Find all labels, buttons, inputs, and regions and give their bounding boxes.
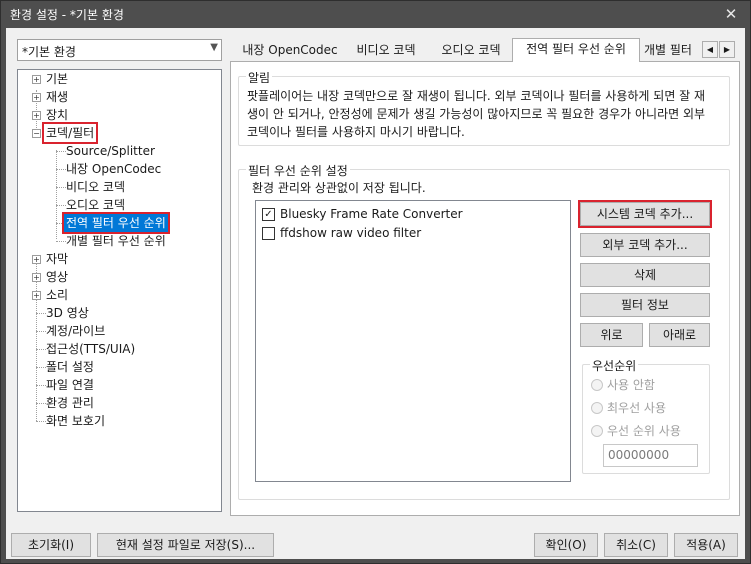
- radio-button-icon: [591, 379, 603, 391]
- tree-item-label: Source/Splitter: [66, 144, 155, 158]
- expand-icon[interactable]: +: [32, 255, 41, 264]
- ok-button[interactable]: 확인(O): [534, 533, 598, 557]
- tree-item-subtitle[interactable]: + 자막: [18, 250, 218, 268]
- notice-text: 팟플레이어는 내장 코덱만으로 잘 재생이 됩니다. 외부 코덱이나 필터를 사…: [247, 89, 706, 139]
- apply-button[interactable]: 적용(A): [674, 533, 738, 557]
- tree-item-account-live[interactable]: 계정/라이브: [18, 322, 218, 340]
- tree-item-file-association[interactable]: 파일 연결: [18, 376, 218, 394]
- tree-item-audio-codec[interactable]: 오디오 코덱: [18, 196, 218, 214]
- tab-scroll-left-icon[interactable]: ◀: [702, 41, 718, 58]
- priority-order-title: 우선순위: [590, 357, 639, 374]
- preset-dropdown[interactable]: *기본 환경 ▼: [17, 39, 222, 61]
- add-system-codec-button[interactable]: 시스템 코덱 추가...: [578, 200, 712, 228]
- cancel-button[interactable]: 취소(C): [604, 533, 668, 557]
- filter-priority-subtitle: 환경 관리와 상관없이 저장 됩니다.: [252, 181, 426, 195]
- tree-item-builtin-opencodec[interactable]: 내장 OpenCodec: [18, 160, 218, 178]
- tree-item-label: 영상: [46, 270, 69, 284]
- tab-individual-filter[interactable]: 개별 필터: [644, 40, 700, 61]
- tab-global-filter-priority[interactable]: 전역 필터 우선 순위: [512, 38, 640, 62]
- tree-item-label: 내장 OpenCodec: [66, 162, 162, 176]
- expand-icon[interactable]: +: [32, 75, 41, 84]
- tree-item-accessibility[interactable]: 접근성(TTS/UIA): [18, 340, 218, 358]
- priority-value-field[interactable]: 00000000: [603, 444, 698, 467]
- tree-item-screensaver[interactable]: 화면 보호기: [18, 412, 218, 430]
- tree-item-device[interactable]: + 장치: [18, 106, 218, 124]
- tree-item-label: 코덱/필터: [41, 122, 99, 144]
- tree-item-sound[interactable]: + 소리: [18, 286, 218, 304]
- tree-item-label: 재생: [46, 90, 69, 104]
- chevron-down-icon: ▼: [210, 42, 218, 53]
- move-down-button[interactable]: 아래로: [649, 323, 710, 347]
- window-title: 환경 설정 - *기본 환경: [10, 8, 124, 22]
- tree-item-label: 기본: [46, 72, 69, 86]
- dialog-body: *기본 환경 ▼ + 기본 + 재생 + 장치 − 코덱/필터 Source/S…: [6, 28, 745, 559]
- radio-button-icon: [591, 402, 603, 414]
- expand-icon[interactable]: +: [32, 291, 41, 300]
- filter-list[interactable]: ✓ Bluesky Frame Rate Converter ffdshow r…: [255, 200, 571, 482]
- tab-video-codec[interactable]: 비디오 코덱: [346, 40, 426, 61]
- tree-item-global-filter-priority[interactable]: 전역 필터 우선 순위: [18, 212, 218, 234]
- radio-button-icon: [591, 425, 603, 437]
- preferences-window: 환경 설정 - *기본 환경 ✕ *기본 환경 ▼ + 기본 + 재생 + 장치: [0, 0, 751, 564]
- tree-item-label: 접근성(TTS/UIA): [46, 342, 136, 356]
- tree-item-video-codec[interactable]: 비디오 코덱: [18, 178, 218, 196]
- expand-icon[interactable]: +: [32, 93, 41, 102]
- filter-label: Bluesky Frame Rate Converter: [280, 207, 463, 221]
- tree-item-video[interactable]: + 영상: [18, 268, 218, 286]
- tree-item-source-splitter[interactable]: Source/Splitter: [18, 142, 218, 160]
- expand-icon[interactable]: +: [32, 111, 41, 120]
- radio-label: 사용 안함: [607, 378, 655, 392]
- tree-item-label: 환경 관리: [46, 396, 94, 410]
- add-external-codec-button[interactable]: 외부 코덱 추가...: [580, 233, 710, 257]
- tree-item-label: 개별 필터 우선 순위: [66, 234, 166, 248]
- filter-info-button[interactable]: 필터 정보: [580, 293, 710, 317]
- tree-item-label: 오디오 코덱: [66, 198, 126, 212]
- tree-item-label: 화면 보호기: [46, 414, 106, 428]
- title-bar: 환경 설정 - *기본 환경 ✕: [1, 1, 750, 27]
- tree-item-label: 계정/라이브: [46, 324, 106, 338]
- collapse-icon[interactable]: −: [32, 129, 41, 138]
- tree-item-basic[interactable]: + 기본: [18, 70, 218, 88]
- reset-button[interactable]: 초기화(I): [11, 533, 91, 557]
- settings-tabs: 내장 OpenCodec 비디오 코덱 오디오 코덱 전역 필터 우선 순위 개…: [230, 38, 740, 62]
- tree-item-label: 파일 연결: [46, 378, 94, 392]
- tree-item-label: 자막: [46, 252, 69, 266]
- notice-title: 알림: [246, 69, 273, 86]
- tree-item-label: 비디오 코덱: [66, 180, 126, 194]
- tab-audio-codec[interactable]: 오디오 코덱: [430, 40, 512, 61]
- filter-priority-title: 필터 우선 순위 설정: [246, 162, 350, 179]
- radio-label: 우선 순위 사용: [607, 424, 681, 438]
- tree-item-label: 전역 필터 우선 순위: [62, 212, 170, 234]
- preset-value: *기본 환경: [22, 45, 76, 59]
- close-icon[interactable]: ✕: [722, 5, 740, 23]
- filter-label: ffdshow raw video filter: [280, 226, 422, 240]
- checkbox-checked[interactable]: ✓: [262, 208, 275, 221]
- tab-builtin-opencodec[interactable]: 내장 OpenCodec: [240, 40, 340, 61]
- move-up-button[interactable]: 위로: [580, 323, 643, 347]
- checkbox-unchecked[interactable]: [262, 227, 275, 240]
- tree-item-3d-video[interactable]: 3D 영상: [18, 304, 218, 322]
- tab-scroll-right-icon[interactable]: ▶: [719, 41, 735, 58]
- settings-tree: + 기본 + 재생 + 장치 − 코덱/필터 Source/Splitter 내…: [17, 69, 222, 512]
- tree-item-folder-settings[interactable]: 폴더 설정: [18, 358, 218, 376]
- tree-item-label: 폴더 설정: [46, 360, 94, 374]
- tree-item-config-management[interactable]: 환경 관리: [18, 394, 218, 412]
- tree-item-label: 3D 영상: [46, 306, 89, 320]
- expand-icon[interactable]: +: [32, 273, 41, 282]
- delete-button[interactable]: 삭제: [580, 263, 710, 287]
- tree-item-codec-filter[interactable]: − 코덱/필터: [18, 122, 218, 144]
- radio-label: 최우선 사용: [607, 401, 667, 415]
- tree-item-label: 소리: [46, 288, 69, 302]
- tree-item-individual-filter-priority[interactable]: 개별 필터 우선 순위: [18, 232, 218, 250]
- save-to-file-button[interactable]: 현재 설정 파일로 저장(S)...: [97, 533, 274, 557]
- tree-item-label: 장치: [46, 108, 69, 122]
- tree-item-playback[interactable]: + 재생: [18, 88, 218, 106]
